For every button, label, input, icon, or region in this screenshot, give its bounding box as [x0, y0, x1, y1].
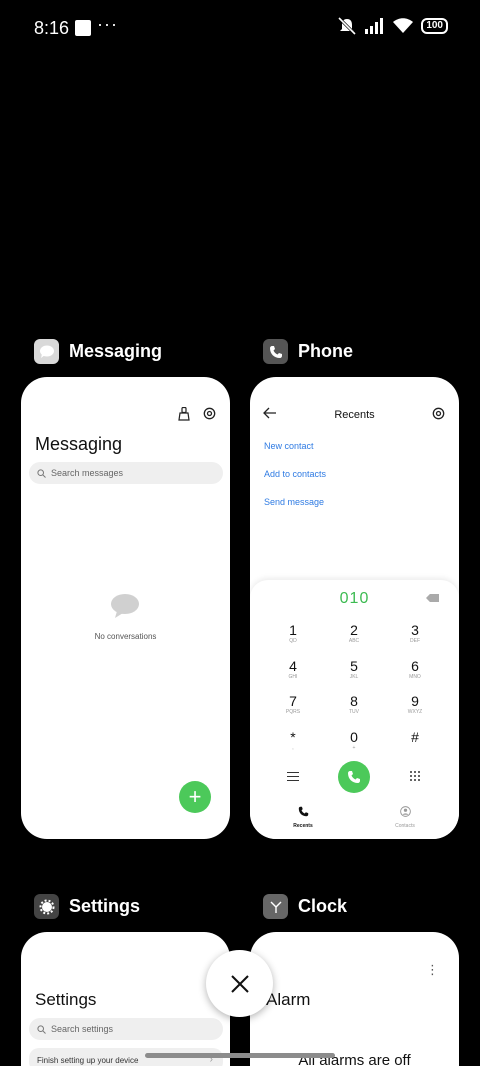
- close-icon: [230, 974, 249, 993]
- app-title: Phone: [298, 341, 354, 361]
- finish-setup-label: Finish setting up your device: [37, 1056, 139, 1065]
- empty-chat-icon: [111, 594, 139, 618]
- phone-call-icon: [348, 771, 360, 783]
- clock-preview-card[interactable]: ⋮ Alarm All alarms are off: [250, 932, 459, 1066]
- nav-label: Recents: [293, 823, 313, 829]
- search-placeholder: Search settings: [51, 1024, 114, 1034]
- gesture-bar[interactable]: [145, 1053, 335, 1058]
- messaging-preview-card[interactable]: Messaging Search messages No conversatio…: [21, 377, 230, 839]
- messaging-icon: [34, 339, 59, 364]
- dial-key-0[interactable]: 0 +: [334, 730, 374, 752]
- search-icon: [37, 468, 46, 478]
- call-button[interactable]: [338, 761, 370, 793]
- search-placeholder: Search messages: [51, 468, 124, 478]
- app-header-phone[interactable]: Phone: [263, 339, 353, 364]
- dial-key-4[interactable]: 4 GHI: [273, 659, 313, 681]
- phone-preview-card[interactable]: Recents New contact Add to contacts Send…: [250, 377, 459, 839]
- app-title: Clock: [298, 896, 348, 916]
- page-title: Messaging: [35, 434, 123, 454]
- phone-icon: [298, 806, 308, 817]
- settings-preview-card[interactable]: Settings Search settings Finish setting …: [21, 932, 230, 1066]
- clean-icon: [178, 407, 190, 421]
- empty-state-text: No conversations: [94, 632, 157, 641]
- page-title: Recents: [334, 409, 375, 421]
- dial-key-star[interactable]: *,: [273, 730, 313, 752]
- status-bar: 8:16 ··· 100: [0, 0, 480, 56]
- add-to-contacts-link[interactable]: Add to contacts: [264, 469, 326, 479]
- battery-indicator: 100: [421, 18, 448, 34]
- dial-key-9[interactable]: 9 WXYZ: [395, 694, 435, 716]
- dial-key-3[interactable]: 3 DEF: [395, 623, 435, 645]
- search-input[interactable]: Search messages: [29, 462, 223, 484]
- app-title: Messaging: [69, 341, 163, 361]
- app-header-settings[interactable]: Settings: [34, 894, 140, 919]
- clear-all-button[interactable]: [206, 950, 273, 1017]
- nav-contacts[interactable]: Contacts: [375, 804, 435, 829]
- gear-icon[interactable]: [432, 407, 445, 420]
- settings-icon: [34, 894, 59, 919]
- nav-recents[interactable]: Recents: [273, 804, 333, 829]
- page-title: Settings: [35, 990, 97, 1009]
- app-header-messaging[interactable]: Messaging: [34, 339, 162, 364]
- dial-key-6[interactable]: 6 MNO: [395, 659, 435, 681]
- wifi-icon: [393, 18, 414, 33]
- dial-key-hash[interactable]: #: [395, 730, 435, 745]
- gear-icon: [203, 407, 216, 420]
- dialpad-grid-icon[interactable]: [409, 770, 421, 782]
- status-time: 8:16: [34, 18, 70, 38]
- dial-key-1[interactable]: 1 QD: [273, 623, 313, 645]
- clock-icon: [263, 894, 288, 919]
- signal-icon: [365, 18, 384, 34]
- new-contact-link[interactable]: New contact: [264, 441, 314, 451]
- search-icon: [37, 1024, 46, 1034]
- dial-key-5[interactable]: 5 JKL: [334, 659, 374, 681]
- notification-icon: [75, 20, 91, 36]
- dial-key-2[interactable]: 2 ABC: [334, 623, 374, 645]
- dial-key-8[interactable]: 8 TUV: [334, 694, 374, 716]
- app-header-clock[interactable]: Clock: [263, 894, 347, 919]
- send-message-link[interactable]: Send message: [264, 497, 324, 507]
- contacts-icon: [399, 806, 411, 817]
- page-title: Alarm: [266, 990, 311, 1009]
- menu-icon[interactable]: [287, 772, 299, 781]
- phone-icon: [263, 339, 288, 364]
- search-input[interactable]: Search settings: [29, 1018, 223, 1040]
- more-notifications-icon: ···: [97, 14, 118, 34]
- app-title: Settings: [69, 896, 141, 916]
- mute-vibrate-icon: [338, 17, 357, 35]
- dial-key-7[interactable]: 7 PQRS: [273, 694, 313, 716]
- more-options-icon[interactable]: ⋮: [426, 962, 439, 978]
- nav-label: Contacts: [395, 823, 415, 829]
- new-message-button[interactable]: +: [179, 781, 211, 813]
